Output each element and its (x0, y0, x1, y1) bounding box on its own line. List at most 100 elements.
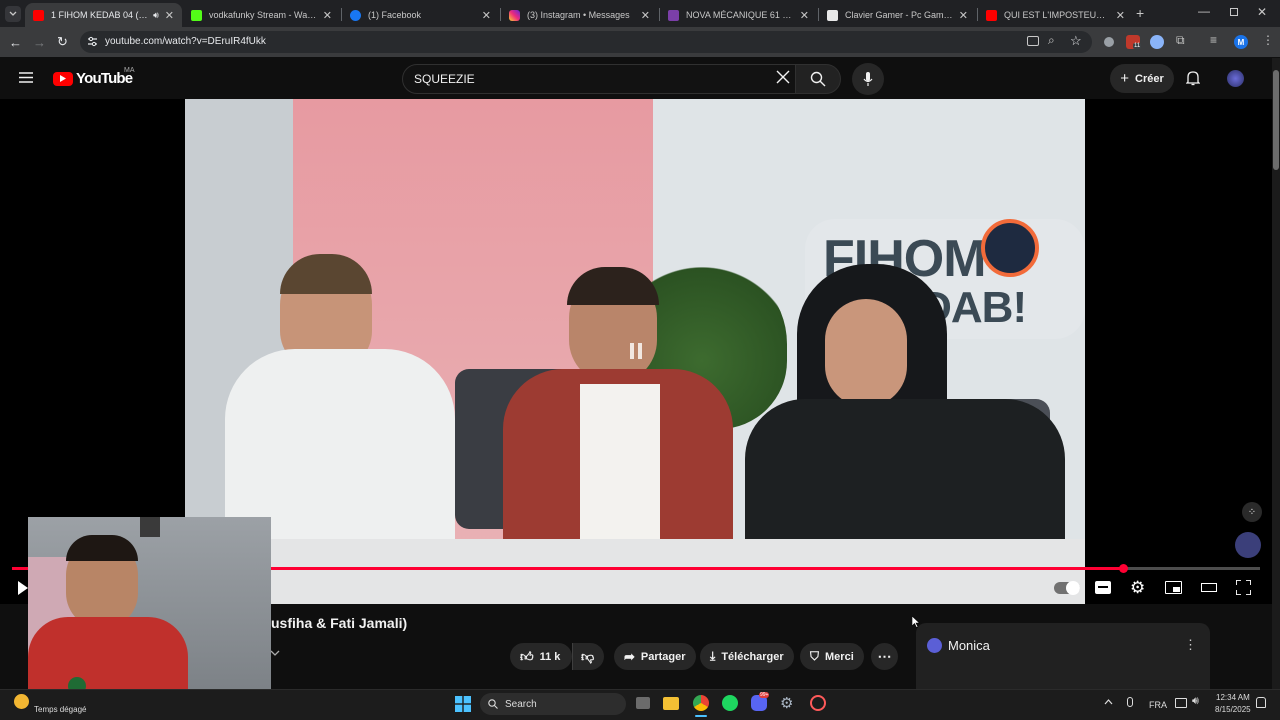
kick-icon (191, 9, 202, 21)
close-icon[interactable]: ✕ (800, 9, 809, 22)
clock-time[interactable]: 12:34 AM (1216, 693, 1250, 702)
tray-microphone-icon[interactable] (1127, 697, 1133, 707)
youtube-play-icon (53, 71, 73, 86)
dislike-button[interactable]: 👎︎ (572, 643, 604, 670)
close-icon[interactable]: ✕ (1116, 9, 1125, 22)
thanks-button[interactable]: ⛉ Merci (800, 643, 864, 670)
close-icon[interactable]: ✕ (323, 9, 332, 22)
weather-moon-icon[interactable] (14, 694, 29, 709)
tab-title: (1) Facebook (368, 10, 422, 20)
reload-button[interactable]: ↻ (57, 34, 68, 50)
close-icon[interactable]: ✕ (959, 9, 968, 22)
like-button[interactable]: 👍︎ 11 k (510, 643, 572, 670)
tab-vodkafunky[interactable]: vodkafunky Stream - Watch Liv ✕ (183, 3, 340, 27)
speaker-icon: 🔊︎ (153, 9, 159, 20)
create-label: Créer (1135, 72, 1164, 85)
notifications-bell-icon[interactable] (1186, 70, 1200, 86)
tab-instagram[interactable]: (3) Instagram • Messages ✕ (501, 3, 658, 27)
tab-search-button[interactable] (5, 6, 21, 22)
monica-menu-icon[interactable]: ⋮ (1184, 637, 1197, 653)
instagram-icon (509, 9, 520, 21)
share-button[interactable]: ➦ Partager (614, 643, 696, 670)
browser-menu-icon[interactable]: ⋮ (1262, 33, 1274, 47)
download-button[interactable]: ⤓ Télécharger (700, 643, 794, 670)
discord-badge: 99+ (759, 692, 770, 698)
chrome-taskbar-icon[interactable] (693, 695, 709, 711)
tab-clavier-gamer[interactable]: Clavier Gamer - Pc Gamer Mar ✕ (819, 3, 976, 27)
translate-extension-icon[interactable] (1150, 35, 1164, 49)
language-indicator[interactable]: FRA (1149, 700, 1167, 710)
more-actions-button[interactable]: ⋯ (871, 643, 898, 670)
download-icon: ⤓ (710, 649, 716, 663)
start-button[interactable] (455, 696, 471, 712)
hamburger-menu-icon[interactable] (19, 72, 33, 83)
url-text: youtube.com/watch?v=DEruIR4fUkk (105, 36, 266, 47)
task-view-icon[interactable] (636, 697, 650, 709)
volume-icon[interactable]: 🔊︎ (1192, 695, 1199, 708)
miniplayer-icon[interactable] (1165, 581, 1182, 594)
tab-title: Clavier Gamer - Pc Gamer Mar (845, 10, 953, 20)
clear-search-icon[interactable] (776, 70, 790, 84)
minimize-button[interactable]: — (1198, 4, 1210, 18)
spotify-icon[interactable] (722, 695, 738, 711)
reading-list-icon[interactable]: ≡ (1210, 33, 1217, 47)
subtitles-icon[interactable] (1095, 581, 1111, 594)
network-icon[interactable] (1175, 698, 1187, 708)
voice-search-button[interactable] (852, 63, 884, 95)
assistant-grid-icon[interactable]: ⁘ (1242, 502, 1262, 522)
fullscreen-icon[interactable] (1236, 580, 1251, 595)
settings-gear-icon[interactable]: ⚙ (1130, 578, 1145, 598)
cast-icon[interactable] (1027, 36, 1039, 46)
tab-title: QUI EST L'IMPOSTEUR ? (ft Eric (1004, 10, 1110, 20)
bookmark-star-icon[interactable]: ☆ (1070, 33, 1082, 49)
monica-title: Monica (948, 638, 990, 653)
search-query: SQUEEZIE (414, 72, 475, 86)
page-scrollbar[interactable] (1272, 58, 1280, 689)
play-pause-button[interactable] (18, 581, 28, 595)
extension-circle-icon[interactable] (1104, 37, 1114, 47)
forward-button[interactable]: → (33, 35, 46, 50)
tab-nova-mecanique[interactable]: NOVA MÉCANIQUE 61 (Noir) - ✕ (660, 3, 817, 27)
expand-chevron-icon[interactable] (270, 650, 280, 656)
notifications-icon[interactable] (1256, 697, 1266, 708)
close-icon[interactable]: ✕ (482, 9, 491, 22)
tab-fihom-kedab[interactable]: 1 FIHOM KEDAB 04 (ft Moro 🔊︎ ✕ (25, 3, 182, 27)
new-tab-button[interactable]: + (1136, 5, 1144, 21)
pause-overlay-icon[interactable] (629, 343, 643, 359)
autoplay-toggle[interactable] (1054, 581, 1080, 595)
close-icon[interactable]: ✕ (641, 9, 650, 22)
clock-date[interactable]: 8/15/2025 (1215, 705, 1251, 714)
settings-taskbar-icon[interactable]: ⚙ (780, 694, 793, 712)
back-button[interactable]: ← (9, 35, 22, 50)
progress-scrubber-handle[interactable] (1119, 564, 1128, 573)
restore-button[interactable] (1230, 8, 1238, 16)
profile-avatar[interactable]: M (1234, 35, 1248, 49)
weather-text: Temps dégagé (34, 705, 87, 714)
app-taskbar-icon[interactable] (810, 695, 826, 711)
close-window-button[interactable]: ✕ (1257, 5, 1267, 19)
monica-sidebar-panel[interactable] (916, 623, 1210, 689)
tab-title: 1 FIHOM KEDAB 04 (ft Moro (51, 10, 149, 20)
streamer-webcam-overlay (28, 517, 271, 699)
youtube-logo[interactable]: YouTube (53, 70, 133, 87)
monica-float-icon[interactable] (1235, 532, 1261, 558)
file-explorer-icon[interactable] (663, 697, 679, 710)
facebook-icon (350, 9, 361, 21)
video-frame[interactable]: FIHOM KEDAB! (185, 99, 1085, 604)
zoom-icon[interactable]: ⌕ (1048, 33, 1055, 48)
create-button[interactable]: + Créer (1110, 64, 1174, 93)
theater-mode-icon[interactable] (1201, 583, 1217, 592)
tab-facebook[interactable]: (1) Facebook ✕ (342, 3, 499, 27)
tab-qui-est-limposteur[interactable]: QUI EST L'IMPOSTEUR ? (ft Eric ✕ (978, 3, 1133, 27)
taskbar-search[interactable]: Search (480, 693, 626, 715)
share-arrow-icon: ➦ (624, 648, 635, 664)
extensions-puzzle-icon[interactable]: ⧉ (1176, 33, 1185, 48)
site-info-icon[interactable] (87, 36, 98, 47)
tab-title: vodkafunky Stream - Watch Liv (209, 10, 317, 20)
account-avatar[interactable] (1227, 70, 1244, 87)
keyboard-brand-icon (668, 9, 679, 21)
search-button[interactable] (795, 64, 841, 94)
search-icon (810, 71, 826, 87)
tray-chevron-up-icon[interactable] (1104, 699, 1113, 705)
close-icon[interactable]: ✕ (165, 9, 174, 22)
